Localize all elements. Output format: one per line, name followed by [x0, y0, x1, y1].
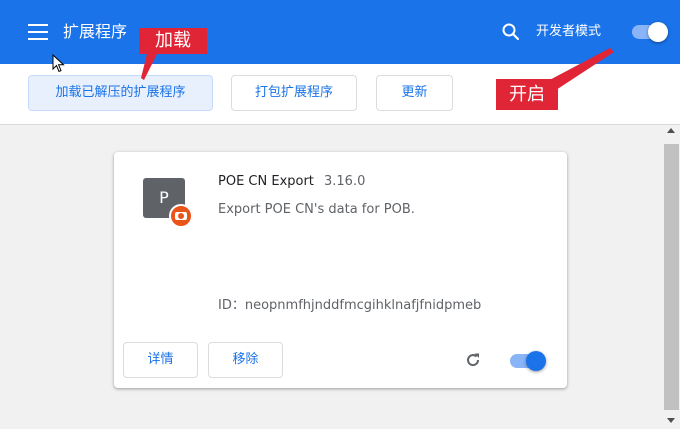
annotation-arrows [141, 48, 614, 90]
annotation-load: 加载 [139, 28, 207, 54]
arrow-to-load-button [141, 54, 157, 80]
annotation-enable: 开启 [496, 79, 558, 110]
